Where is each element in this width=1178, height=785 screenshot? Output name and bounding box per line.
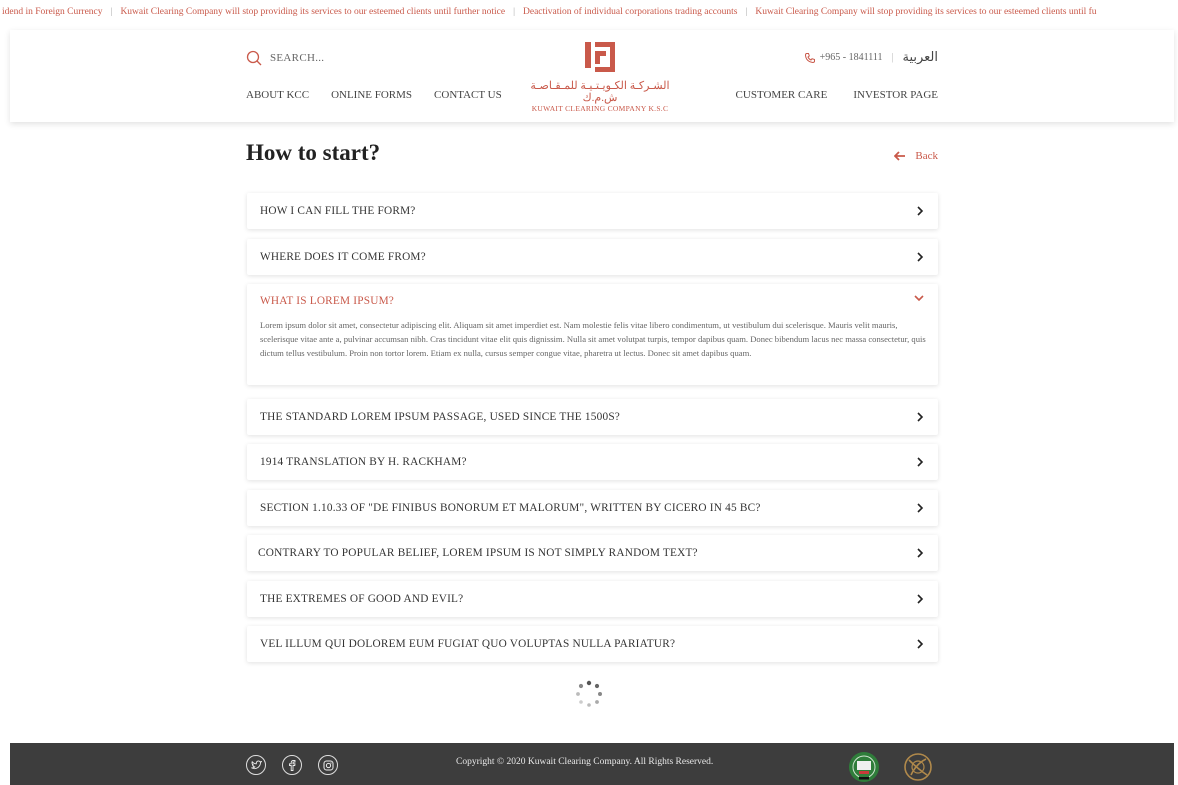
- nav-customer-care[interactable]: CUSTOMER CARE: [736, 89, 828, 101]
- logo-arabic-text: الشـركـة الكـويـتـيـة للمـقـاصـة ش.م.ك: [530, 80, 670, 104]
- chevron-right-icon: [917, 412, 924, 422]
- faq-question: 1914 TRANSLATION BY H. RACKHAM?: [260, 456, 467, 468]
- chevron-right-icon: [917, 206, 924, 216]
- twitter-icon: [250, 760, 262, 770]
- search-button[interactable]: SEARCH...: [246, 50, 324, 66]
- nav-right: CUSTOMER CARE INVESTOR PAGE: [710, 89, 938, 101]
- twitter-link[interactable]: [246, 755, 266, 775]
- page-title: How to start?: [246, 140, 381, 165]
- chevron-down-icon: [914, 295, 924, 302]
- contact-bar: +965 - 1841111 | العربية: [804, 50, 938, 65]
- faq-question: CONTRARY TO POPULAR BELIEF, LOREM IPSUM …: [258, 547, 698, 559]
- site-header: SEARCH... ABOUT KCC ONLINE FORMS CONTACT…: [10, 30, 1174, 122]
- faq-question: HOW I CAN FILL THE FORM?: [260, 205, 416, 217]
- social-links: [246, 755, 354, 775]
- faq-question: SECTION 1.10.33 OF "DE FINIBUS BONORUM E…: [260, 502, 761, 514]
- faq-item[interactable]: VEL ILLUM QUI DOLOREM EUM FUGIAT QUO VOL…: [247, 626, 938, 662]
- chevron-right-icon: [917, 548, 924, 558]
- back-button[interactable]: Back: [894, 150, 938, 162]
- faq-item[interactable]: SECTION 1.10.33 OF "DE FINIBUS BONORUM E…: [247, 490, 938, 526]
- globe-logo-icon[interactable]: [902, 751, 934, 783]
- nav-investor-page[interactable]: INVESTOR PAGE: [853, 89, 938, 101]
- nav-contact-us[interactable]: CONTACT US: [434, 89, 502, 101]
- faq-item[interactable]: THE EXTREMES OF GOOD AND EVIL?: [247, 581, 938, 617]
- faq-item[interactable]: 1914 TRANSLATION BY H. RACKHAM?: [247, 444, 938, 480]
- search-icon: [246, 50, 262, 66]
- faq-question: VEL ILLUM QUI DOLOREM EUM FUGIAT QUO VOL…: [260, 638, 676, 650]
- instagram-icon: [323, 760, 333, 770]
- ticker-item[interactable]: idend in Foreign Currency: [0, 0, 109, 24]
- search-label: SEARCH...: [270, 52, 325, 64]
- chevron-right-icon: [917, 639, 924, 649]
- faq-question: WHERE DOES IT COME FROM?: [260, 251, 426, 263]
- faq-question: THE EXTREMES OF GOOD AND EVIL?: [260, 593, 464, 605]
- back-label: Back: [915, 150, 938, 162]
- ticker-item[interactable]: Deactivation of individual corporations …: [517, 0, 743, 24]
- site-footer: Copyright © 2020 Kuwait Clearing Company…: [10, 743, 1174, 785]
- instagram-link[interactable]: [318, 755, 338, 775]
- chevron-right-icon: [917, 252, 924, 262]
- divider: |: [891, 52, 894, 63]
- faq-item[interactable]: THE STANDARD LOREM IPSUM PASSAGE, USED S…: [247, 399, 938, 435]
- chevron-right-icon: [917, 457, 924, 467]
- chevron-right-icon: [917, 503, 924, 513]
- kcc-logo[interactable]: الشـركـة الكـويـتـيـة للمـقـاصـة ش.م.ك K…: [515, 40, 685, 114]
- loading-spinner-icon: [576, 680, 602, 707]
- faq-answer: Lorem ipsum dolor sit amet, consectetur …: [260, 320, 926, 358]
- logo-mark-icon: [585, 42, 615, 72]
- language-switch[interactable]: العربية: [902, 50, 938, 65]
- faq-item[interactable]: HOW I CAN FILL THE FORM?: [247, 193, 938, 229]
- phone-number[interactable]: +965 - 1841111: [820, 52, 883, 63]
- ticker-item[interactable]: Kuwait Clearing Company will stop provid…: [749, 0, 1102, 24]
- ticker-item[interactable]: Kuwait Clearing Company will stop provid…: [114, 0, 511, 24]
- phone-icon: [804, 52, 815, 63]
- nav-about-kcc[interactable]: ABOUT KCC: [246, 89, 309, 101]
- news-ticker: idend in Foreign Currency | Kuwait Clear…: [0, 0, 1178, 24]
- faq-item-expanded[interactable]: WHAT IS LOREM IPSUM? Lorem ipsum dolor s…: [247, 284, 938, 385]
- logo-english-text: KUWAIT CLEARING COMPANY K.S.C: [531, 104, 669, 113]
- kuwait-emblem-icon[interactable]: [848, 751, 880, 785]
- nav-online-forms[interactable]: ONLINE FORMS: [331, 89, 412, 101]
- copyright-text: Copyright © 2020 Kuwait Clearing Company…: [456, 757, 714, 767]
- faq-item[interactable]: CONTRARY TO POPULAR BELIEF, LOREM IPSUM …: [247, 535, 938, 571]
- faq-item[interactable]: WHERE DOES IT COME FROM?: [247, 239, 938, 275]
- facebook-icon: [289, 759, 296, 771]
- nav-left: ABOUT KCC ONLINE FORMS CONTACT US: [246, 89, 524, 101]
- arrow-left-icon: [894, 151, 906, 161]
- facebook-link[interactable]: [282, 755, 302, 775]
- chevron-right-icon: [917, 594, 924, 604]
- faq-question: WHAT IS LOREM IPSUM?: [260, 295, 395, 307]
- faq-question: THE STANDARD LOREM IPSUM PASSAGE, USED S…: [260, 411, 621, 423]
